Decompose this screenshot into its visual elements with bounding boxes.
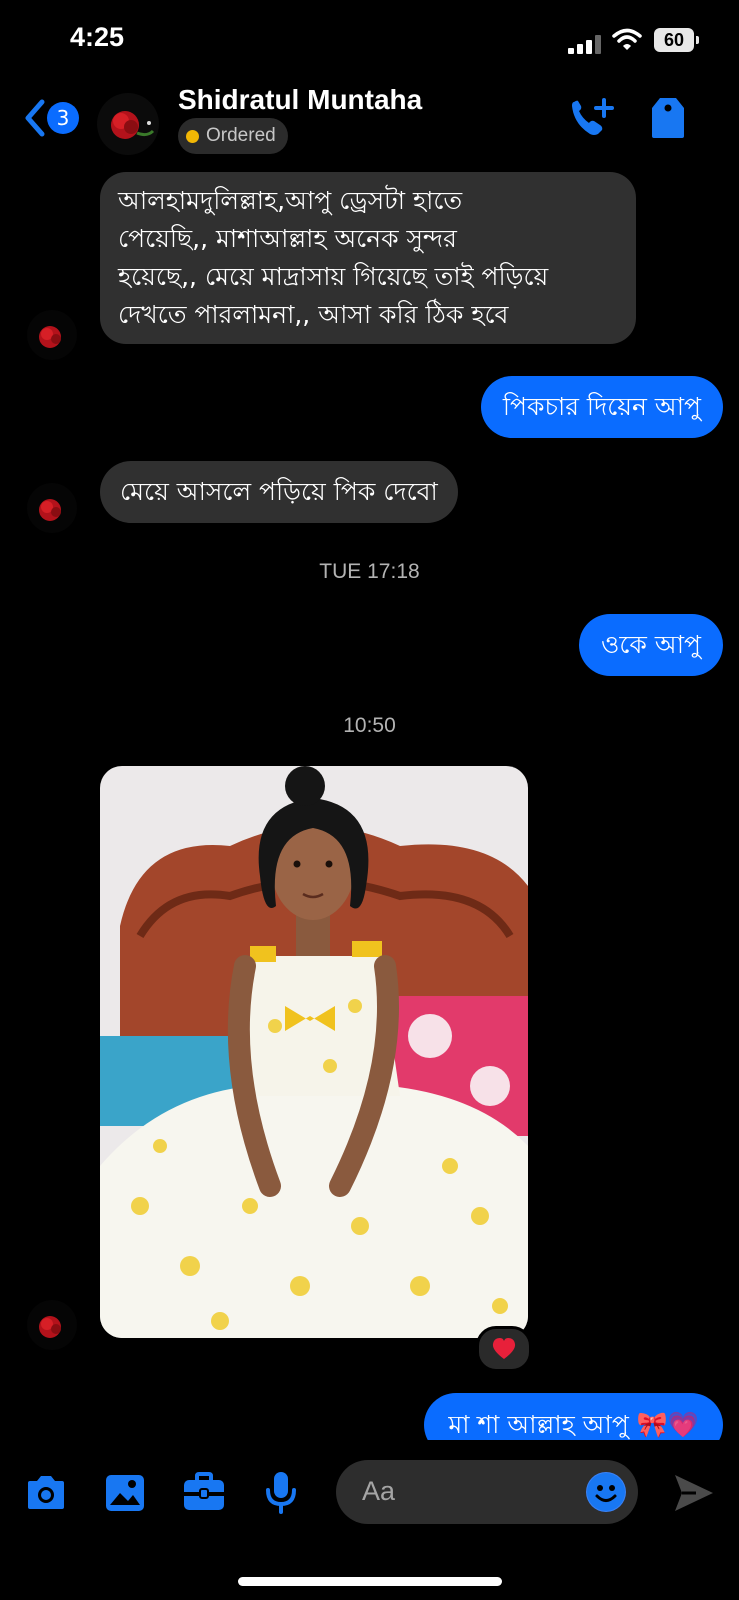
gallery-icon[interactable]: [104, 1473, 146, 1513]
shopping-bag-icon[interactable]: [650, 96, 686, 140]
rose-avatar-icon: [39, 1316, 61, 1338]
heart-reaction[interactable]: [476, 1326, 532, 1372]
wifi-icon: [612, 28, 642, 50]
timestamp: TUE 17:18: [319, 560, 420, 583]
message-line: হয়েছে,, মেয়ে মাদ্রাসায় গিয়েছে তাই পড…: [118, 262, 549, 291]
microphone-icon[interactable]: [264, 1470, 298, 1514]
back-chevron-icon[interactable]: [22, 98, 48, 138]
home-indicator: [238, 1577, 502, 1586]
add-call-icon[interactable]: [568, 96, 614, 140]
message-line: পেয়েছি,, মাশাআল্লাহ অনেক সুন্দর: [118, 224, 457, 253]
cellular-signal-icon: [568, 34, 608, 54]
camera-icon[interactable]: [24, 1473, 68, 1513]
message-text: পিকচার দিয়েন আপু: [502, 392, 701, 421]
timestamp: 10:50: [343, 714, 396, 737]
avatar[interactable]: [27, 483, 77, 533]
order-status-label: Ordered: [206, 125, 276, 146]
smiley-icon: [587, 1473, 625, 1511]
message-text: মা শা আল্লাহ আপু 🎀💗: [448, 1410, 699, 1439]
battery-icon: 60: [654, 28, 699, 52]
message-text: ওকে আপু: [600, 630, 701, 659]
message-input[interactable]: Aa: [336, 1460, 638, 1524]
contact-name[interactable]: Shidratul Muntaha: [178, 84, 422, 116]
outgoing-message[interactable]: পিকচার দিয়েন আপু: [480, 376, 723, 438]
message-text: মেয়ে আসলে পড়িয়ে পিক দেবো: [120, 477, 438, 506]
message-input-placeholder: Aa: [362, 1476, 396, 1506]
avatar[interactable]: [97, 93, 159, 155]
send-icon[interactable]: [672, 1472, 716, 1514]
emoji-button[interactable]: [586, 1472, 626, 1512]
photo-attachment[interactable]: [100, 766, 528, 1338]
incoming-message[interactable]: আলহামদুলিল্লাহ,আপু ড্রেসটা হাতে পেয়েছি,…: [100, 172, 636, 344]
incoming-message[interactable]: মেয়ে আসলে পড়িয়ে পিক দেবো: [100, 461, 458, 523]
message-line: দেখতে পারলামনা,, আসা করি ঠিক হবে: [118, 300, 509, 329]
avatar[interactable]: [27, 1300, 77, 1350]
rose-avatar-icon: [39, 326, 61, 348]
photo-image: [100, 766, 528, 1338]
status-dot: [186, 129, 199, 143]
order-status-pill[interactable]: Ordered: [178, 118, 288, 154]
outgoing-message[interactable]: ওকে আপু: [578, 614, 723, 676]
status-time: 4:25: [70, 22, 125, 52]
rose-avatar-icon: [111, 111, 155, 139]
avatar[interactable]: [27, 310, 77, 360]
heart-icon: [492, 1338, 516, 1359]
message-line: আলহামদুলিল্লাহ,আপু ড্রেসটা হাতে: [118, 186, 463, 215]
rose-avatar-icon: [39, 499, 61, 521]
unread-count-badge[interactable]: 3: [47, 102, 79, 134]
briefcase-icon[interactable]: [182, 1472, 226, 1512]
